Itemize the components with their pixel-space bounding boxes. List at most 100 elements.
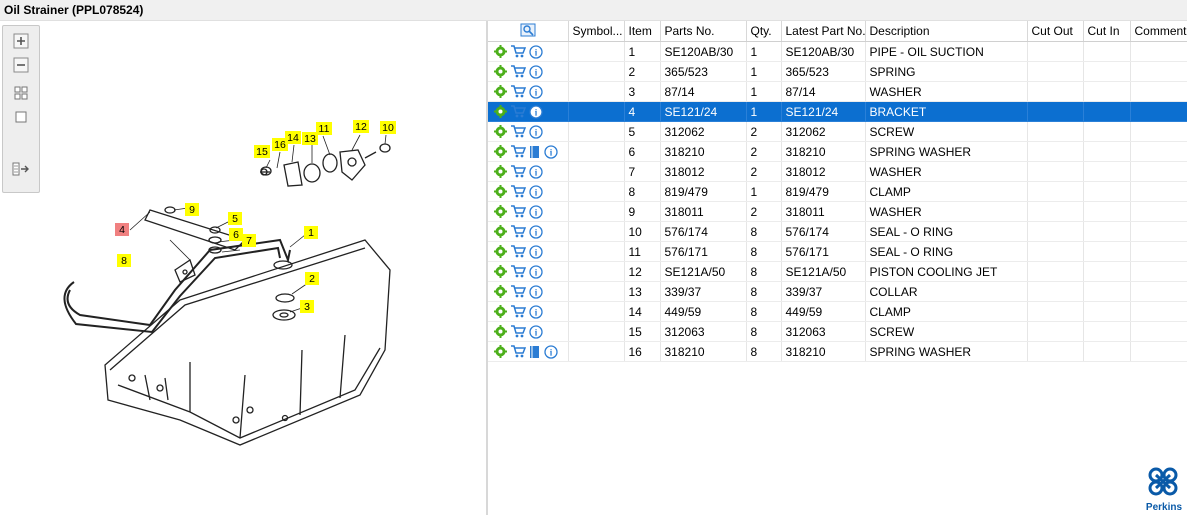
- callout-3[interactable]: 3: [304, 301, 310, 313]
- info-icon[interactable]: i: [529, 64, 543, 79]
- fit-grid-icon[interactable]: [11, 84, 31, 102]
- gear-icon[interactable]: [494, 45, 507, 58]
- table-row[interactable]: i 2 365/523 1 365/523 SPRING: [488, 61, 1187, 82]
- info-icon[interactable]: i: [529, 164, 543, 179]
- gear-icon[interactable]: [494, 65, 507, 78]
- table-row[interactable]: i 5 312062 2 312062 SCREW: [488, 121, 1187, 142]
- table-row[interactable]: i 3 87/14 1 87/14 WASHER: [488, 81, 1187, 102]
- gear-icon[interactable]: [494, 265, 507, 278]
- table-row[interactable]: i 14 449/59 8 449/59 CLAMP: [488, 301, 1187, 322]
- info-icon[interactable]: i: [529, 44, 543, 59]
- exploded-parts-diagram[interactable]: 1 2 3 4 5 6 7 8 9 10 11 12 13 14 15 16: [40, 100, 480, 480]
- gear-icon[interactable]: [494, 225, 507, 238]
- cart-icon[interactable]: [510, 165, 526, 178]
- search-parts-icon[interactable]: [520, 23, 536, 37]
- info-icon[interactable]: i: [529, 124, 543, 139]
- table-row[interactable]: i 1 SE120AB/30 1 SE120AB/30 PIPE - OIL SUCTIO…: [488, 41, 1187, 62]
- callout-14[interactable]: 14: [287, 132, 299, 144]
- table-row[interactable]: i 12 SE121A/50 8 SE121A/50 PISTON COOLING JET: [488, 261, 1187, 282]
- table-row[interactable]: i 6 318210 2 318210 SPRING WASHER: [488, 141, 1187, 162]
- info-icon[interactable]: i: [529, 324, 543, 339]
- table-row[interactable]: i 11 576/171 8 576/171 SEAL - O RING: [488, 241, 1187, 262]
- gear-icon[interactable]: [494, 345, 507, 358]
- table-row[interactable]: i 9 318011 2 318011 WASHER: [488, 201, 1187, 222]
- table-row[interactable]: i 4 SE121/24 1 SE121/24 BRACKET: [488, 101, 1187, 122]
- column-header-description[interactable]: Description: [865, 21, 1028, 42]
- gear-icon[interactable]: [494, 85, 507, 98]
- column-header-cut-out[interactable]: Cut Out: [1027, 21, 1084, 42]
- list-export-icon[interactable]: [11, 160, 31, 178]
- gear-icon[interactable]: [494, 285, 507, 298]
- gear-icon[interactable]: [494, 125, 507, 138]
- info-icon[interactable]: i: [529, 224, 543, 239]
- cart-icon[interactable]: [510, 345, 526, 358]
- callout-11[interactable]: 11: [319, 123, 330, 135]
- table-row[interactable]: i 8 819/479 1 819/479 CLAMP: [488, 181, 1187, 202]
- column-header-cut-in[interactable]: Cut In: [1083, 21, 1131, 42]
- book-icon[interactable]: [529, 345, 541, 359]
- gear-icon[interactable]: [494, 305, 507, 318]
- gear-icon[interactable]: [494, 205, 507, 218]
- gear-icon[interactable]: [494, 185, 507, 198]
- info-icon[interactable]: i: [529, 104, 543, 119]
- cart-icon[interactable]: [510, 305, 526, 318]
- callout-5[interactable]: 5: [232, 213, 238, 225]
- info-icon[interactable]: i: [529, 84, 543, 99]
- callout-7[interactable]: 7: [246, 235, 252, 247]
- table-row[interactable]: i 15 312063 8 312063 SCREW: [488, 321, 1187, 342]
- cart-icon[interactable]: [510, 85, 526, 98]
- book-icon[interactable]: [529, 145, 541, 159]
- cart-icon[interactable]: [510, 325, 526, 338]
- callout-9[interactable]: 9: [189, 204, 195, 216]
- zoom-in-icon[interactable]: [11, 32, 31, 50]
- cart-icon[interactable]: [510, 125, 526, 138]
- table-row[interactable]: i 10 576/174 8 576/174 SEAL - O RING: [488, 221, 1187, 242]
- column-header-tools[interactable]: [488, 21, 569, 42]
- column-header-qty[interactable]: Qty.: [746, 21, 782, 42]
- gear-icon[interactable]: [494, 245, 507, 258]
- gear-icon[interactable]: [494, 105, 507, 118]
- cart-icon[interactable]: [510, 65, 526, 78]
- info-icon[interactable]: i: [544, 144, 558, 159]
- callout-13[interactable]: 13: [304, 133, 316, 145]
- column-header-item[interactable]: Item: [624, 21, 661, 42]
- cart-icon[interactable]: [510, 185, 526, 198]
- cart-icon[interactable]: [510, 245, 526, 258]
- column-header-comment[interactable]: Comment: [1130, 21, 1187, 42]
- info-icon[interactable]: i: [529, 204, 543, 219]
- callout-16[interactable]: 16: [274, 139, 286, 151]
- part-number-cell: SE121A/50: [660, 261, 747, 282]
- info-icon[interactable]: i: [529, 244, 543, 259]
- cart-icon[interactable]: [510, 205, 526, 218]
- callout-1[interactable]: 1: [308, 227, 314, 239]
- table-row[interactable]: i 16 318210 8 318210 SPRING WASHER: [488, 341, 1187, 362]
- table-row[interactable]: i 7 318012 2 318012 WASHER: [488, 161, 1187, 182]
- callout-12[interactable]: 12: [355, 121, 367, 133]
- cart-icon[interactable]: [510, 145, 526, 158]
- cart-icon[interactable]: [510, 285, 526, 298]
- gear-icon[interactable]: [494, 145, 507, 158]
- info-icon[interactable]: i: [544, 344, 558, 359]
- callout-6[interactable]: 6: [233, 229, 239, 241]
- callout-15[interactable]: 15: [256, 146, 268, 158]
- callout-2[interactable]: 2: [309, 273, 315, 285]
- callout-4[interactable]: 4: [119, 224, 125, 236]
- gear-icon[interactable]: [494, 165, 507, 178]
- cart-icon[interactable]: [510, 105, 526, 118]
- column-header-symbol[interactable]: Symbol...: [568, 21, 625, 42]
- info-icon[interactable]: i: [529, 304, 543, 319]
- callout-8[interactable]: 8: [121, 255, 127, 267]
- cart-icon[interactable]: [510, 45, 526, 58]
- zoom-out-icon[interactable]: [11, 56, 31, 74]
- info-icon[interactable]: i: [529, 284, 543, 299]
- callout-10[interactable]: 10: [382, 122, 394, 134]
- info-icon[interactable]: i: [529, 184, 543, 199]
- cart-icon[interactable]: [510, 225, 526, 238]
- gear-icon[interactable]: [494, 325, 507, 338]
- column-header-latest-part-no[interactable]: Latest Part No.: [781, 21, 866, 42]
- cart-icon[interactable]: [510, 265, 526, 278]
- table-row[interactable]: i 13 339/37 8 339/37 COLLAR: [488, 281, 1187, 302]
- fit-page-icon[interactable]: [11, 108, 31, 126]
- column-header-parts-no[interactable]: Parts No.: [660, 21, 747, 42]
- info-icon[interactable]: i: [529, 264, 543, 279]
